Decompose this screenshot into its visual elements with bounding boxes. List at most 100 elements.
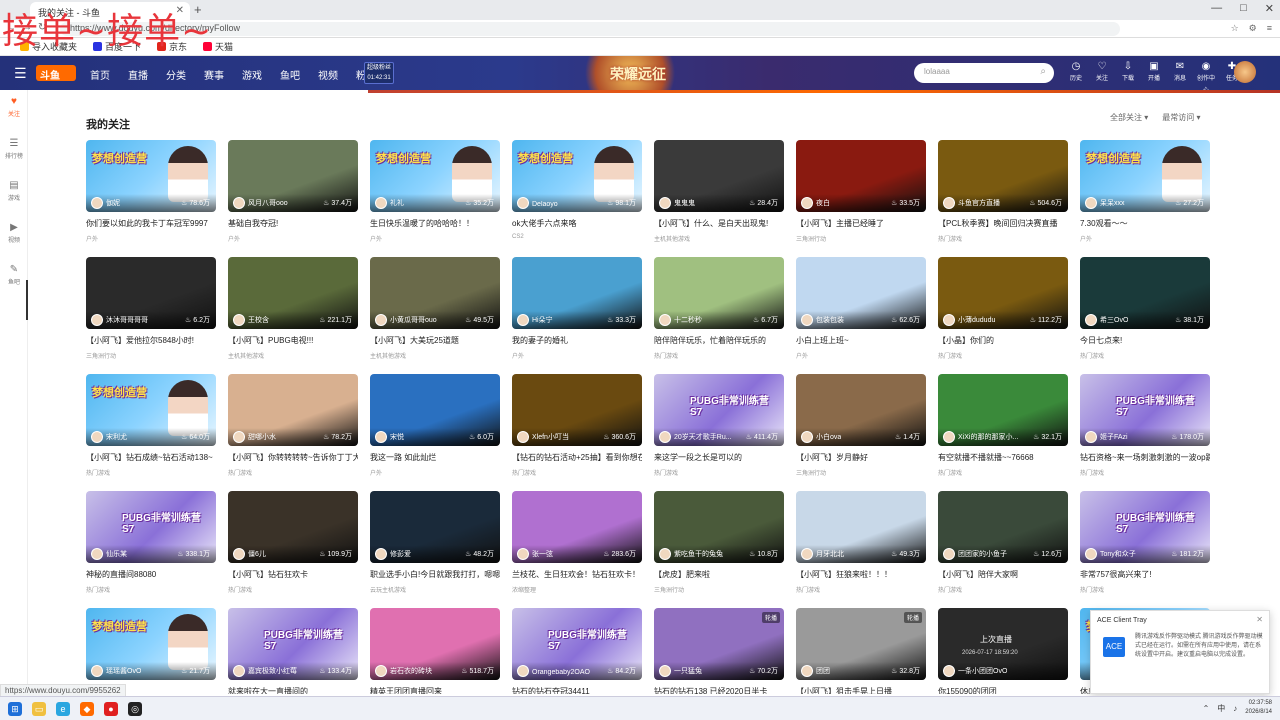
stream-category[interactable]: 主机其他游戏: [654, 234, 690, 243]
ime-indicator[interactable]: 中: [1217, 703, 1225, 714]
stream-category[interactable]: 热门游戏: [938, 585, 962, 594]
stream-category[interactable]: 三角洲行动: [796, 234, 826, 243]
stream-category[interactable]: 户外: [370, 234, 382, 243]
stream-card[interactable]: PUBG非常训练营S7 姬子FAzi ♨ 178.0万 钻石资格~来一场刺激刺激的一波…: [1080, 374, 1210, 482]
event-banner[interactable]: 荣耀远征: [570, 56, 690, 90]
stream-category[interactable]: 主机其他游戏: [370, 351, 406, 360]
stream-thumbnail[interactable]: Hi朵宁 ♨ 33.3万: [512, 257, 642, 329]
stream-thumbnail[interactable]: 包装包装 ♨ 62.6万: [796, 257, 926, 329]
nav-item[interactable]: 直播: [128, 67, 148, 82]
stream-thumbnail[interactable]: 鬼鬼鬼 ♨ 28.4万: [654, 140, 784, 212]
stream-thumbnail[interactable]: 轮播 团团 ♨ 32.8万: [796, 608, 926, 680]
stream-thumbnail[interactable]: PUBG非常训练营S7 嘉宾极致小红莓 ♨ 133.4万: [228, 608, 358, 680]
stream-title[interactable]: 【PCL秋季赛】晚间回归决赛直播: [938, 218, 1068, 229]
stream-thumbnail[interactable]: 王校含 ♨ 221.1万: [228, 257, 358, 329]
nav-item[interactable]: 分类: [166, 67, 186, 82]
close-window-icon[interactable]: ✕: [1265, 2, 1274, 15]
stream-title[interactable]: ok大佬手六点来咯: [512, 218, 642, 229]
tray-arrow-icon[interactable]: ⌃: [1203, 704, 1210, 713]
stream-card[interactable]: XiXi的那的那家小... ♨ 32.1万 有空就播不播就播~~76668 热门游戏: [938, 374, 1068, 482]
stream-title[interactable]: 【小阿飞】狙击手晃上日播: [796, 686, 926, 694]
douyu-logo[interactable]: 斗鱼: [36, 65, 76, 82]
stream-title[interactable]: 【小阿飞】陪伴大家啊: [938, 569, 1068, 580]
stream-card[interactable]: PUBG非常训练营S7 20岁天才歌手Ru... ♨ 411.4万 来这学一段之长是可…: [654, 374, 784, 482]
douyu-app-icon[interactable]: ◆: [80, 701, 94, 716]
stream-card[interactable]: 僵6儿 ♨ 109.9万 【小阿飞】钻石狂欢卡 热门游戏: [228, 491, 358, 599]
stream-category[interactable]: 热门游戏: [1080, 468, 1104, 477]
stream-title[interactable]: 【小阿飞】钻石狂欢卡: [228, 569, 358, 580]
user-avatar[interactable]: [1234, 61, 1256, 83]
minimize-icon[interactable]: —: [1211, 2, 1222, 15]
stream-category[interactable]: 热门游戏: [938, 468, 962, 477]
menu-icon[interactable]: ≡: [1267, 23, 1272, 34]
stream-card[interactable]: PUBG非常训练营S7 Orangebaby2OAO ♨ 84.2万 钻石的钻石夺冠3…: [512, 608, 642, 694]
nav-item[interactable]: 视频: [318, 67, 338, 82]
stream-card[interactable]: 宋悦 ♨ 6.0万 我这一路 如此灿烂 户外: [370, 374, 500, 482]
stream-thumbnail[interactable]: Xlefn小叮当 ♨ 360.6万: [512, 374, 642, 446]
stream-category[interactable]: 热门游戏: [228, 468, 252, 477]
menu-icon[interactable]: ☰: [14, 65, 27, 82]
stream-category[interactable]: 热门游戏: [796, 585, 820, 594]
stream-card[interactable]: 小白ova ♨ 1.4万 【小阿飞】岁月静好 三角洲行动: [796, 374, 926, 482]
stream-title[interactable]: 【小阿飞】PUBG电视!!!: [228, 335, 358, 346]
bookmark-item[interactable]: 京东: [157, 41, 187, 52]
stream-card[interactable]: 上次直播 2026-07-17 18:59:20 一条小团团OvO 你155090的团…: [938, 608, 1068, 694]
nav-item[interactable]: 鱼吧: [280, 67, 300, 82]
stream-category[interactable]: 户外: [796, 351, 808, 360]
stream-thumbnail[interactable]: 轮播 一只猛兔 ♨ 70.2万: [654, 608, 784, 680]
stream-category[interactable]: 主机其他游戏: [228, 351, 264, 360]
edge-icon[interactable]: e: [56, 701, 70, 716]
stream-thumbnail[interactable]: PUBG非常训练营S7 姬子FAzi ♨ 178.0万: [1080, 374, 1210, 446]
stream-category[interactable]: 户外: [228, 234, 240, 243]
stream-title[interactable]: 【小阿飞】你转转转转~告诉你丁丁大叔办: [228, 452, 358, 463]
stream-card[interactable]: 月牙北北 ♨ 49.3万 【小阿飞】狂狼来啦！！！ 热门游戏: [796, 491, 926, 599]
stream-category[interactable]: 热门游戏: [938, 351, 962, 360]
stream-card[interactable]: PUBG非常训练营S7 嘉宾极致小红莓 ♨ 133.4万就来啦在大一直播间的: [228, 608, 358, 694]
stream-card[interactable]: 希三OvO ♨ 38.1万 今日七点来! 热门游戏: [1080, 257, 1210, 365]
stream-thumbnail[interactable]: 紫吃鱼干的兔兔 ♨ 10.8万: [654, 491, 784, 563]
stream-title[interactable]: 今日七点来!: [1080, 335, 1210, 346]
stream-category[interactable]: 三角洲行动: [654, 585, 684, 594]
stream-category[interactable]: 热门游戏: [1080, 585, 1104, 594]
stream-card[interactable]: PUBG非常训练营S7 仙乐某 ♨ 338.1万 神秘的直播间88080 热门游戏: [86, 491, 216, 599]
bookmark-item[interactable]: 百度一下: [93, 41, 141, 52]
stream-thumbnail[interactable]: 宋悦 ♨ 6.0万: [370, 374, 500, 446]
stream-thumbnail[interactable]: 十二秒秒 ♨ 6.7万: [654, 257, 784, 329]
browser-tab[interactable]: 我的关注 - 斗鱼 ✕: [30, 2, 190, 20]
stream-category[interactable]: 三角洲行动: [86, 351, 116, 360]
stream-thumbnail[interactable]: 小薄dududu ♨ 112.2万: [938, 257, 1068, 329]
stream-card[interactable]: 小薄dududu ♨ 112.2万 【小晶】你们的 热门游戏: [938, 257, 1068, 365]
stream-card[interactable]: 小黄瓜哥哥ouo ♨ 49.5万【小阿飞】大美玩25道题 主机其他游戏: [370, 257, 500, 365]
stream-card[interactable]: 梦想创造营 Delaoyo ♨ 98.1万 ok大佬手六点来咯 CS2: [512, 140, 642, 248]
stream-card[interactable]: 团团家的小鱼子 ♨ 12.6万 【小阿飞】陪伴大家啊 热门游戏: [938, 491, 1068, 599]
stream-thumbnail[interactable]: 小黄瓜哥哥ouo ♨ 49.5万: [370, 257, 500, 329]
stream-thumbnail[interactable]: PUBG非常训练营S7 仙乐某 ♨ 338.1万: [86, 491, 216, 563]
stream-title[interactable]: 【小阿飞】主播已经睡了: [796, 218, 926, 229]
stream-title[interactable]: 非常757很高兴来了!: [1080, 569, 1210, 580]
stream-thumbnail[interactable]: 张一弦 ♨ 283.6万: [512, 491, 642, 563]
stream-category[interactable]: 热门游戏: [228, 585, 252, 594]
stream-title[interactable]: 【小阿飞】岁月静好: [796, 452, 926, 463]
stream-category[interactable]: 热门游戏: [512, 468, 536, 477]
stream-card[interactable]: 修彭爱 ♨ 48.2万 职业选手小白!今日就跟我打打，嗯嗯！ 云玩主机游戏: [370, 491, 500, 599]
stream-title[interactable]: 兰枝花、生日狂欢会！钻石狂欢卡！: [512, 569, 642, 580]
stream-card[interactable]: 甜哪小水 ♨ 78.2万【小阿飞】你转转转转~告诉你丁丁大叔办热门游戏: [228, 374, 358, 482]
stream-thumbnail[interactable]: 岩石衣的砖块 ♨ 518.7万: [370, 608, 500, 680]
stream-category[interactable]: 三角洲行动: [796, 468, 826, 477]
stream-card[interactable]: 包装包装 ♨ 62.6万 小白上班上班~ 户外: [796, 257, 926, 365]
clock[interactable]: 02:37:58 2026/8/14: [1245, 699, 1272, 717]
stream-category[interactable]: 热门游戏: [938, 234, 962, 243]
bookmark-item[interactable]: 导入收藏夹: [20, 41, 77, 52]
stream-category[interactable]: 热门游戏: [654, 468, 678, 477]
search-input[interactable]: lolaaaa ⌕: [914, 63, 1054, 83]
stream-card[interactable]: 轮播 一只猛兔 ♨ 70.2万 钻石的钻石138 已经2020日半卡: [654, 608, 784, 694]
nav-item[interactable]: 游戏: [242, 67, 262, 82]
stream-title[interactable]: 就来啦在大一直播间的: [228, 686, 358, 694]
stream-card[interactable]: 风月八哥ooo ♨ 37.4万 基础自我夺冠! 户外: [228, 140, 358, 248]
stream-title[interactable]: 神秘的直播间88080: [86, 569, 216, 580]
stream-thumbnail[interactable]: 风月八哥ooo ♨ 37.4万: [228, 140, 358, 212]
stream-card[interactable]: Xlefn小叮当 ♨ 360.6万【钻石的钻石活动+25抽】看到你想在直播热门游戏: [512, 374, 642, 482]
stream-thumbnail[interactable]: PUBG非常训练营S7 20岁天才歌手Ru... ♨ 411.4万: [654, 374, 784, 446]
stream-title[interactable]: 【小阿飞】大美玩25道题: [370, 335, 500, 346]
stream-thumbnail[interactable]: 希三OvO ♨ 38.1万: [1080, 257, 1210, 329]
